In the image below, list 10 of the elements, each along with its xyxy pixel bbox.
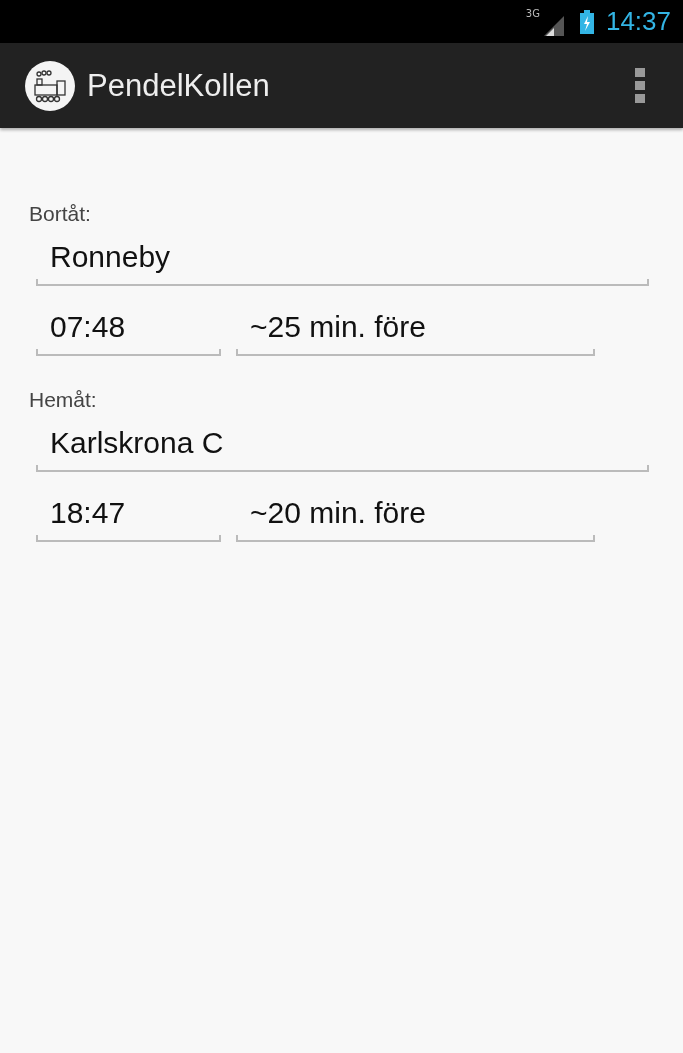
overflow-menu-icon [635,67,645,104]
section-label: Bortåt: [29,202,92,226]
section-label: Hemåt: [29,388,98,412]
network-type: 3G [525,8,540,19]
app-title: PendelKollen [87,67,271,104]
status-time: 14:37 [605,6,671,37]
overflow-menu-button[interactable] [635,67,645,104]
locomotive-logo-icon [25,60,75,111]
battery-charging-icon [579,9,594,34]
signal-icon [543,15,564,36]
